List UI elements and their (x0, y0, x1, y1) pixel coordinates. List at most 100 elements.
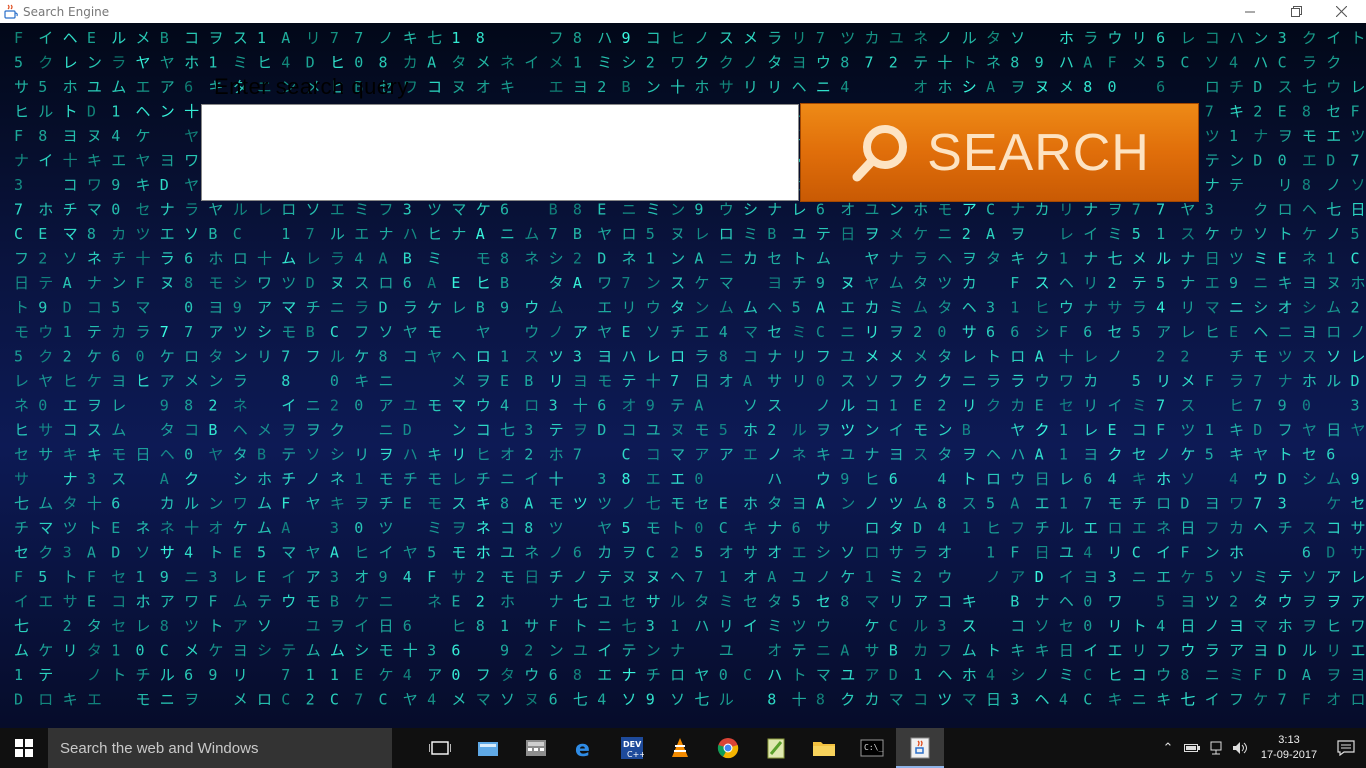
svg-text:0: 0 (111, 201, 120, 219)
svg-text:ヲ: ヲ (622, 544, 637, 562)
svg-text:コ: コ (743, 348, 758, 366)
svg-text:ク: ク (1108, 446, 1123, 464)
svg-text:タ: タ (694, 593, 709, 611)
svg-text:ヒ: ヒ (1108, 666, 1123, 684)
svg-text:F: F (1205, 372, 1214, 390)
svg-text:D: D (306, 54, 315, 72)
start-button[interactable] (0, 728, 48, 768)
svg-text:ヤ: ヤ (597, 323, 612, 341)
svg-text:ハ: ハ (403, 225, 418, 243)
svg-text:ク: ク (986, 397, 1001, 415)
taskbar-app-notepad-plus-plus[interactable] (752, 728, 800, 768)
svg-text:1: 1 (1059, 250, 1068, 268)
search-button-label: SEARCH (927, 123, 1150, 182)
search-button[interactable]: SEARCH (800, 103, 1199, 202)
svg-text:ノ: ノ (549, 544, 564, 562)
svg-text:モ: モ (913, 421, 928, 439)
svg-text:ツ: ツ (427, 201, 442, 219)
svg-text:メ: メ (1059, 78, 1074, 96)
taskbar-app-chrome[interactable] (704, 728, 752, 768)
svg-text:E: E (1278, 250, 1287, 268)
svg-text:8: 8 (1302, 176, 1311, 194)
svg-text:3: 3 (403, 201, 412, 219)
svg-text:ヤ: ヤ (208, 446, 223, 464)
task-view-button[interactable] (416, 728, 464, 768)
minimize-button[interactable] (1227, 0, 1273, 23)
taskbar-app-calculator[interactable] (512, 728, 560, 768)
svg-text:E: E (38, 225, 47, 243)
clock-time: 3:13 (1278, 734, 1300, 746)
svg-text:ク: ク (1302, 29, 1317, 47)
svg-text:ノ: ノ (1035, 666, 1050, 684)
svg-text:日: 日 (840, 225, 855, 243)
restore-button[interactable] (1273, 0, 1319, 23)
svg-text:7: 7 (1351, 152, 1360, 170)
svg-text:ツ: ツ (792, 617, 807, 635)
svg-text:1: 1 (111, 103, 120, 121)
svg-text:ホ: ホ (962, 666, 977, 684)
svg-text:ホ: ホ (1278, 617, 1293, 635)
svg-text:ツ: ツ (549, 519, 564, 537)
svg-text:ニ: ニ (330, 299, 345, 317)
svg-text:ラ: ラ (1010, 372, 1025, 390)
taskbar-app-java[interactable] (896, 728, 944, 768)
svg-text:キ: キ (63, 691, 78, 709)
taskbar-search-box[interactable]: Search the web and Windows (48, 728, 392, 768)
svg-text:ス: ス (233, 29, 248, 47)
svg-text:ト: ト (14, 299, 29, 317)
svg-text:1: 1 (500, 348, 509, 366)
svg-text:マ: マ (451, 201, 466, 219)
svg-text:ン: ン (1205, 544, 1220, 562)
action-center-button[interactable] (1326, 728, 1366, 768)
svg-text:2: 2 (937, 397, 946, 415)
battery-icon[interactable] (1180, 728, 1204, 768)
svg-text:7: 7 (330, 29, 339, 47)
svg-text:3: 3 (549, 397, 558, 415)
close-button[interactable] (1318, 0, 1364, 23)
svg-text:ミ: ミ (597, 54, 612, 72)
svg-text:シ: シ (257, 642, 272, 660)
svg-text:ヒ: ヒ (1229, 397, 1244, 415)
svg-text:ヘ: ヘ (1059, 274, 1074, 292)
svg-text:七: 七 (1326, 201, 1341, 219)
taskbar-app-edge[interactable]: e (560, 728, 608, 768)
svg-text:E: E (257, 568, 266, 586)
svg-text:ナ: ナ (87, 274, 102, 292)
network-icon[interactable] (1204, 728, 1228, 768)
svg-text:タ: タ (767, 593, 782, 611)
svg-text:ヒ: ヒ (330, 54, 345, 72)
taskbar-app-vlc[interactable] (656, 728, 704, 768)
svg-text:ア: ア (1351, 593, 1366, 611)
show-hidden-icons-button[interactable]: ⌃ (1156, 728, 1180, 768)
taskbar-app-notepad[interactable] (464, 728, 512, 768)
volume-icon[interactable] (1228, 728, 1252, 768)
taskbar-app-command-prompt[interactable]: C:\_ (848, 728, 896, 768)
svg-text:キ: キ (1035, 642, 1050, 660)
svg-text:レ: レ (63, 54, 78, 72)
svg-text:E: E (1278, 103, 1287, 121)
svg-text:4: 4 (1229, 54, 1238, 72)
svg-text:ア: ア (962, 201, 977, 219)
svg-text:5: 5 (111, 299, 120, 317)
svg-text:F: F (1059, 323, 1068, 341)
svg-text:ム: ム (1326, 470, 1341, 488)
svg-text:1: 1 (354, 470, 363, 488)
search-input[interactable] (201, 104, 799, 201)
svg-text:ツ: ツ (840, 29, 855, 47)
svg-text:十: 十 (136, 250, 151, 268)
svg-text:ニ: ニ (816, 642, 831, 660)
svg-text:2: 2 (913, 323, 922, 341)
svg-text:ト: ト (111, 666, 126, 684)
taskbar-clock[interactable]: 3:13 17-09-2017 (1252, 733, 1326, 763)
svg-text:ツ: ツ (889, 495, 904, 513)
svg-text:チ: チ (549, 568, 564, 586)
svg-text:ク: ク (1253, 201, 1268, 219)
svg-text:A: A (87, 544, 96, 562)
svg-text:キ: キ (136, 176, 151, 194)
svg-text:ワ: ワ (1059, 372, 1074, 390)
svg-text:タ: タ (1253, 593, 1268, 611)
svg-text:ヒ: ヒ (14, 421, 29, 439)
taskbar-app-file-explorer[interactable] (800, 728, 848, 768)
svg-text:2: 2 (476, 593, 485, 611)
taskbar-app-dev-cpp[interactable]: DEV C++ (608, 728, 656, 768)
